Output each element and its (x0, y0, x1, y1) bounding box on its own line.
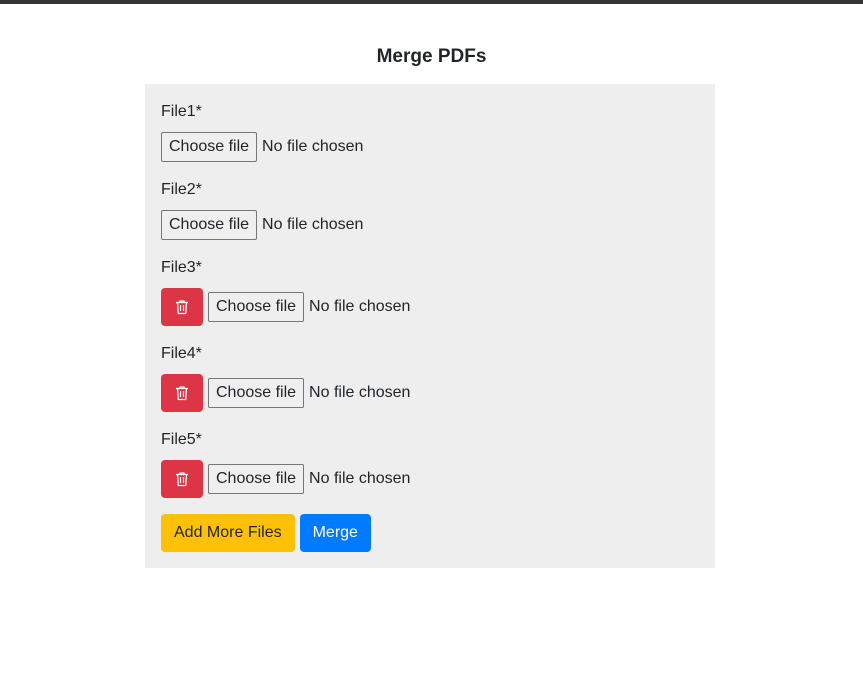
file4-choose-button[interactable]: Choose file (208, 378, 305, 408)
file1-row: Choose file No file chosen (161, 128, 363, 166)
file5-status: No file chosen (309, 470, 411, 487)
merge-form: File1* Choose file No file chosen File2*… (145, 84, 715, 568)
file5-choose-button[interactable]: Choose file (208, 464, 305, 494)
file1-status: No file chosen (262, 138, 364, 155)
file1-label: File1* (161, 103, 202, 120)
file4-status: No file chosen (309, 384, 411, 401)
file3-delete-button[interactable] (161, 288, 203, 326)
file2-row: Choose file No file chosen (161, 206, 363, 244)
trash-icon (176, 386, 188, 401)
file3-label: File3* (161, 259, 202, 276)
file3-status: No file chosen (309, 298, 411, 315)
file5-row: Choose file No file chosen (161, 460, 410, 498)
file2-choose-button[interactable]: Choose file (161, 210, 258, 240)
trash-icon (176, 472, 188, 487)
file2-label: File2* (161, 181, 202, 198)
file5-label: File5* (161, 431, 202, 448)
file4-delete-button[interactable] (161, 374, 203, 412)
file3-row: Choose file No file chosen (161, 288, 410, 326)
file1-choose-button[interactable]: Choose file (161, 132, 258, 162)
file5-delete-button[interactable] (161, 460, 203, 498)
top-bar (0, 0, 863, 4)
merge-button[interactable]: Merge (299, 514, 371, 552)
file2-status: No file chosen (262, 216, 364, 233)
trash-icon (176, 300, 188, 315)
file3-choose-button[interactable]: Choose file (208, 292, 305, 322)
add-more-files-button[interactable]: Add More Files (161, 514, 295, 552)
page-title: Merge PDFs (376, 46, 487, 67)
file4-label: File4* (161, 345, 202, 362)
form-actions: Add More Files Merge (161, 514, 371, 552)
file4-row: Choose file No file chosen (161, 374, 410, 412)
